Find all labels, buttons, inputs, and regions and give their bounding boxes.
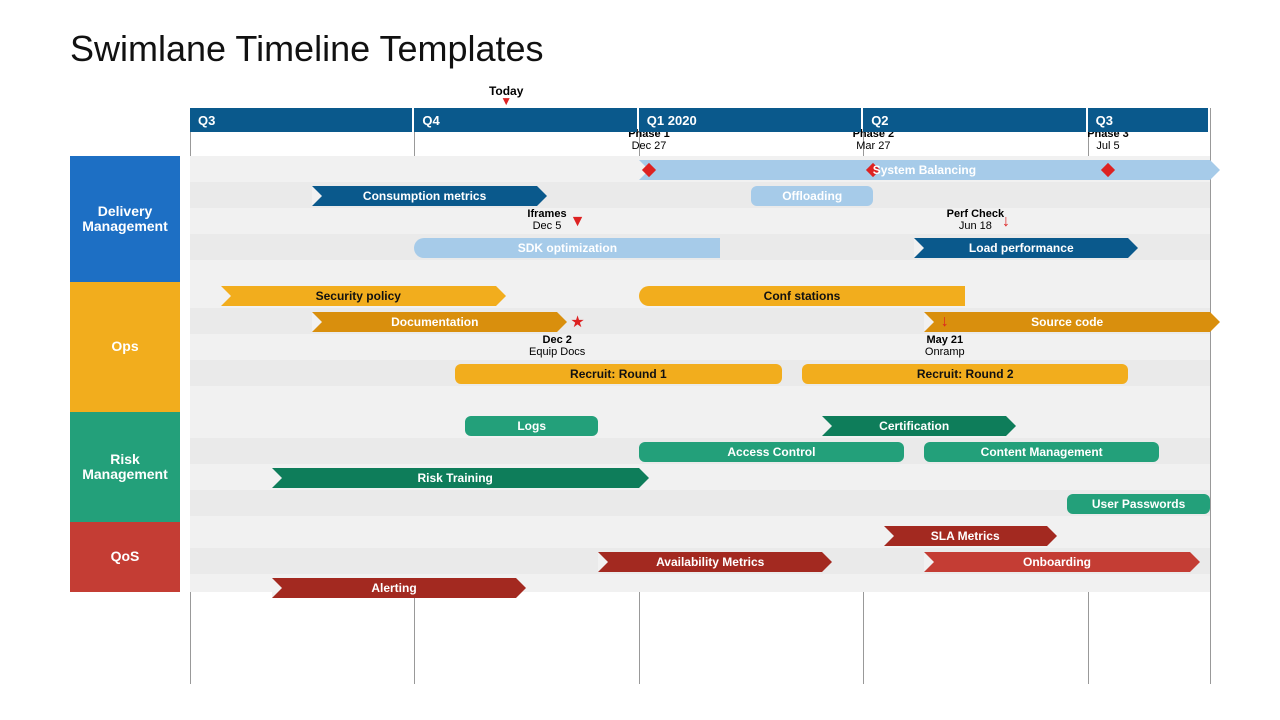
bar: Load performance [914,238,1128,258]
bar: Recruit: Round 2 [802,364,1128,384]
bar: Alerting [272,578,517,598]
down-arrow-icon: ↓ [1002,213,1010,231]
bar: Certification [822,416,1006,436]
page-title: Swimlane Timeline Templates [70,28,1210,70]
bar: Risk Training [272,468,639,488]
bar: Offloading [751,186,873,206]
lane-label-ops: Ops [70,282,180,412]
annotation: Perf CheckJun 18 [947,208,1004,232]
bar: Consumption metrics [312,186,536,206]
annotation: Dec 2Equip Docs [529,334,585,358]
quarter-header: Q2 [863,108,1085,132]
bar: Logs [465,416,598,436]
quarter-header: Q3 [1088,108,1208,132]
down-arrow-icon: ↓ [941,313,949,331]
quarter-header: Q1 2020 [639,108,861,132]
annotation: IframesDec 5 [527,208,566,232]
bar: Conf stations [639,286,965,306]
lane-label-qos: QoS [70,522,180,592]
today-marker: Today ▼ [489,84,523,104]
quarter-header: Q3 [190,108,412,132]
bar: Recruit: Round 1 [455,364,781,384]
bar: System Balancing [639,160,1210,180]
lane-label-delivery: Delivery Management [70,156,180,282]
swimlane-chart: Today ▼ System Balancing Consumption metr… [70,84,1210,684]
bar: User Passwords [1067,494,1210,514]
star-icon: ★ [570,312,584,332]
bar: Onboarding [924,552,1189,572]
bar: Content Management [924,442,1159,462]
bar: Security policy [221,286,496,306]
bar: Documentation [312,312,557,332]
bar: SDK optimization [414,238,720,258]
bar: SLA Metrics [884,526,1047,546]
bar: Availability Metrics [598,552,822,572]
lane-label-risk: Risk Management [70,412,180,522]
bar: Source code [924,312,1210,332]
bar: Access Control [639,442,904,462]
annotation: May 21Onramp [925,334,965,358]
today-marker-icon: ▼ [489,98,523,104]
quarter-header: Q4 [414,108,636,132]
triangle-icon: ▼ [570,213,586,231]
